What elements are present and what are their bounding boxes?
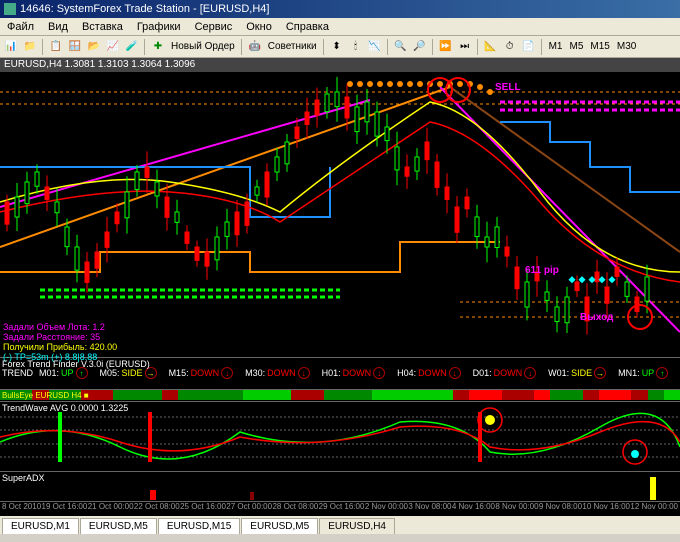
separator [477,39,479,55]
tf-item-h01: H01:DOWN↓ [322,367,386,379]
chart-tabs: EURUSD,M1EURUSD,M5EURUSD,M15EURUSD,M5EUR… [0,516,680,534]
xaxis-tick: 19 Oct 16:00 [42,502,88,514]
profit-info: Получили Прибыль: 420.00 [3,342,117,352]
xaxis-tick: 29 Oct 16:00 [319,502,365,514]
menu-window[interactable]: Окно [239,21,279,33]
chart-tab[interactable]: EURUSD,M5 [80,518,157,534]
xaxis-tick: 12 Nov 00:00 [630,502,678,514]
window-titlebar: 14646: SystemForex Trade Station - [EURU… [0,0,680,18]
window-title: 14646: SystemForex Trade Station - [EURU… [20,3,269,15]
trendwave-panel: TrendWave AVG 0.0000 1.3225 [0,402,680,472]
xaxis-tick: 8 Oct 2010 [2,502,41,514]
tf-item-w01: W01:SIDE→ [548,367,606,379]
tf-m1[interactable]: M1 [546,41,566,52]
navigator-icon[interactable]: 📂 [85,38,103,56]
advisors-button[interactable]: Советники [265,41,320,52]
superadx-panel: SuperADX [0,472,680,502]
app-icon [4,3,16,15]
xaxis-tick: 3 Nov 08:00 [408,502,451,514]
exit-label: Выход [580,312,613,323]
superadx-svg [0,472,680,502]
terminal-icon[interactable]: 📈 [104,38,122,56]
superadx-title: SuperADX [2,473,45,483]
line-chart-icon[interactable]: 📉 [366,38,384,56]
menubar: Файл Вид Вставка Графики Сервис Окно Спр… [0,18,680,36]
xaxis-tick: 27 Oct 00:00 [226,502,272,514]
xaxis-tick: 22 Oct 08:00 [134,502,180,514]
chart-tab[interactable]: EURUSD,M15 [158,518,240,534]
separator [432,39,434,55]
xaxis-tick: 4 Nov 16:00 [452,502,495,514]
separator [541,39,543,55]
tf-item-d01: D01:DOWN↓ [473,367,537,379]
zoom-in-icon[interactable]: 🔍 [392,38,410,56]
menu-help[interactable]: Справка [279,21,336,33]
tf-m30[interactable]: M30 [614,41,639,52]
menu-file[interactable]: Файл [0,21,41,33]
tf-item-mn1: MN1:UP↑ [618,367,668,379]
xaxis-tick: 8 Nov 00:00 [495,502,538,514]
menu-insert[interactable]: Вставка [75,21,130,33]
main-price-chart[interactable]: SELL 611 pip Выход Задали Объем Лота: 1.… [0,72,680,358]
tf-m15[interactable]: M15 [587,41,612,52]
data-window-icon[interactable]: 🪟 [66,38,84,56]
toolbar-1: 📊 📁 📋 🪟 📂 📈 🧪 ✚ Новый Ордер 🤖 Советники … [0,36,680,58]
indicators-icon[interactable]: 📐 [482,38,500,56]
trend-label: TREND [2,368,33,378]
pips-label: 611 pip [525,265,559,276]
separator [42,39,44,55]
chart-area[interactable]: EURUSD,H4 1.3081 1.3103 1.3064 1.3096 [0,58,680,516]
advisor-icon[interactable]: 🤖 [246,38,264,56]
separator [387,39,389,55]
separator [323,39,325,55]
bullseye-strip [0,390,680,400]
xaxis-tick: 2 Nov 00:00 [365,502,408,514]
menu-view[interactable]: Вид [41,21,75,33]
chart-tab[interactable]: EURUSD,M1 [2,518,79,534]
lot-info: Задали Объем Лота: 1.2 [3,322,105,332]
xaxis-tick: 25 Oct 16:00 [180,502,226,514]
bullseye-title: BullsEye EURUSD H4 ■ [2,391,89,400]
xaxis-tick: 10 Nov 16:00 [582,502,630,514]
separator [241,39,243,55]
bar-chart-icon[interactable]: ⬍ [328,38,346,56]
trendwave-title: TrendWave AVG 0.0000 1.3225 [2,403,128,413]
tf-m5[interactable]: M5 [567,41,587,52]
separator [144,39,146,55]
distance-info: Задали Расстояние: 35 [3,332,100,342]
strategy-icon[interactable]: 🧪 [123,38,141,56]
menu-charts[interactable]: Графики [130,21,188,33]
xaxis-tick: 9 Nov 08:00 [539,502,582,514]
new-order-button[interactable]: Новый Ордер [168,41,238,52]
menu-tools[interactable]: Сервис [188,21,240,33]
time-axis: 8 Oct 201019 Oct 16:0021 Oct 00:0022 Oct… [0,502,680,514]
candle-chart-icon[interactable]: 🕯 [347,38,365,56]
autoscroll-icon[interactable]: ⏩ [437,38,455,56]
xaxis-tick: 28 Oct 08:00 [272,502,318,514]
chart-tab[interactable]: EURUSD,M5 [241,518,318,534]
xaxis-tick: 21 Oct 00:00 [88,502,134,514]
trend-finder-panel: Forex Trend Finder V.3.0i (EURUSD) TREND… [0,358,680,390]
new-chart-icon[interactable]: 📊 [2,38,20,56]
tf-item-h04: H04:DOWN↓ [397,367,461,379]
chart-tab[interactable]: EURUSD,H4 [319,518,395,534]
trend-finder-title: Forex Trend Finder V.3.0i (EURUSD) [2,359,150,369]
candlestick-svg [0,72,680,358]
templates-icon[interactable]: 📄 [520,38,538,56]
tf-item-m30: M30:DOWN↓ [245,367,310,379]
price-header: EURUSD,H4 1.3081 1.3103 1.3064 1.3096 [0,58,680,72]
new-order-icon[interactable]: ✚ [149,38,167,56]
market-watch-icon[interactable]: 📋 [47,38,65,56]
sell-signal-label: SELL [495,82,521,93]
profiles-icon[interactable]: 📁 [21,38,39,56]
bullseye-panel: BullsEye EURUSD H4 ■ [0,390,680,402]
periods-icon[interactable]: ⏱ [501,38,519,56]
shift-icon[interactable]: ⏭ [456,38,474,56]
tf-item-m15: M15:DOWN↓ [169,367,234,379]
zoom-out-icon[interactable]: 🔎 [411,38,429,56]
